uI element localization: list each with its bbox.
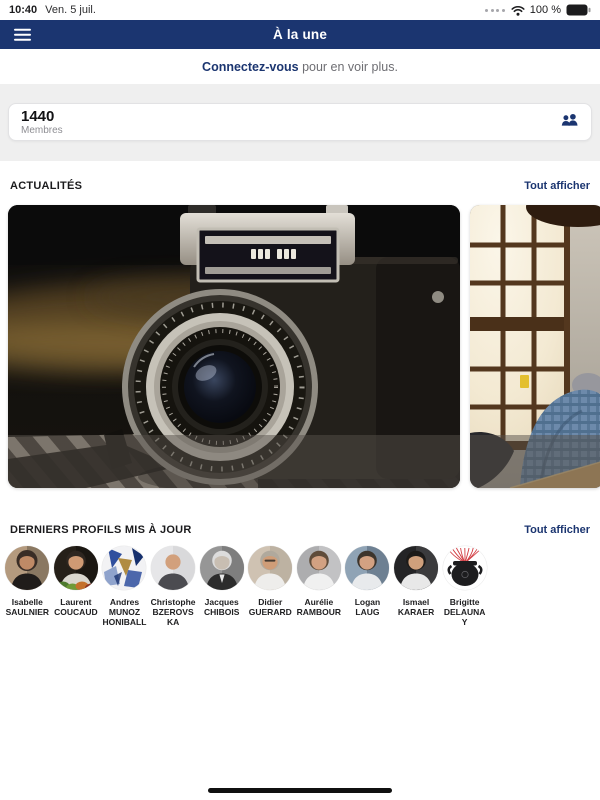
app-screen: 10:40 Ven. 5 juil. 100 % À la une Connec… (0, 0, 600, 800)
profile-avatar (53, 546, 98, 590)
profiles-show-all-link[interactable]: Tout afficher (524, 524, 590, 536)
news-show-all-link[interactable]: Tout afficher (524, 180, 590, 192)
profiles-section-head: DERNIERS PROFILS MIS À JOUR Tout affiche… (10, 524, 590, 536)
profile-item[interactable]: Logan LAUG (343, 546, 392, 627)
profile-item[interactable]: Isabelle SAULNIER (3, 546, 52, 627)
members-card[interactable]: 1440 Membres (8, 103, 592, 141)
status-bar: 10:40 Ven. 5 juil. 100 % (0, 0, 600, 20)
home-indicator[interactable] (208, 788, 392, 793)
members-icon (561, 113, 578, 126)
profile-avatar (199, 546, 244, 590)
profile-item[interactable]: Ismael KARAER (392, 546, 441, 627)
profile-item[interactable]: Brigitte DELAUNAY (440, 546, 489, 627)
profile-name: Christophe BZEROVSKA (150, 597, 196, 627)
status-right: 100 % (485, 4, 591, 16)
page-title: À la une (272, 27, 328, 42)
profile-name: Aurélie RAMBOUR (296, 597, 342, 617)
card-scrim (470, 435, 600, 488)
profile-item[interactable]: Christophe BZEROVSKA (149, 546, 198, 627)
profile-avatar (345, 546, 390, 590)
app-bar: À la une (0, 20, 600, 49)
profiles-row: Isabelle SAULNIER Laurent COUCAUD Andres… (3, 546, 489, 627)
profile-item[interactable]: Didier GUERARD (246, 546, 295, 627)
profile-name: Didier GUERARD (248, 597, 292, 617)
profile-name: Ismael KARAER (397, 597, 435, 617)
office-photo (470, 205, 600, 488)
cellular-signal-icon (485, 8, 505, 12)
profile-name: Andres MUNOZ HONIBALL (102, 597, 147, 627)
yellow-cup (520, 375, 529, 388)
profile-avatar (102, 546, 147, 590)
profile-name: Isabelle SAULNIER (5, 597, 50, 617)
profile-item[interactable]: Aurélie RAMBOUR (295, 546, 344, 627)
profile-avatar (248, 546, 293, 590)
profile-item[interactable]: Laurent COUCAUD (52, 546, 101, 627)
members-count: 1440 (21, 108, 55, 125)
news-card-camera[interactable] (8, 205, 460, 488)
login-banner: Connectez-vous pour en voir plus. (0, 49, 600, 84)
card-scrim (8, 435, 460, 488)
profile-name: Brigitte DELAUNAY (443, 597, 486, 627)
wifi-icon (511, 5, 525, 16)
news-section-title: ACTUALITÉS (10, 180, 83, 192)
battery-percent: 100 % (529, 4, 561, 16)
news-section-head: ACTUALITÉS Tout afficher (10, 180, 590, 192)
profile-name: Jacques CHIBOIS (203, 597, 240, 617)
profile-avatar (394, 546, 439, 590)
profile-avatar (296, 546, 341, 590)
profiles-section-title: DERNIERS PROFILS MIS À JOUR (10, 524, 192, 536)
status-time: 10:40 (9, 4, 38, 16)
profile-name: Laurent COUCAUD (54, 597, 98, 617)
battery-icon (566, 4, 591, 16)
news-card-office[interactable] (470, 205, 600, 488)
status-date: Ven. 5 juil. (45, 4, 96, 16)
profile-avatar (151, 546, 196, 590)
profile-item[interactable]: Andres MUNOZ HONIBALL (100, 546, 149, 627)
profile-avatar (5, 546, 50, 590)
profile-name: Logan LAUG (354, 597, 381, 617)
members-label: Membres (21, 125, 63, 136)
camera-photo (8, 205, 460, 488)
status-left: 10:40 Ven. 5 juil. (9, 4, 96, 16)
profile-item[interactable]: Jacques CHIBOIS (197, 546, 246, 627)
stats-band: 1440 Membres (0, 84, 600, 161)
login-link[interactable]: Connectez-vous (202, 60, 299, 74)
profile-avatar (442, 546, 487, 590)
login-suffix: pour en voir plus. (298, 59, 398, 74)
news-carousel (0, 205, 600, 488)
